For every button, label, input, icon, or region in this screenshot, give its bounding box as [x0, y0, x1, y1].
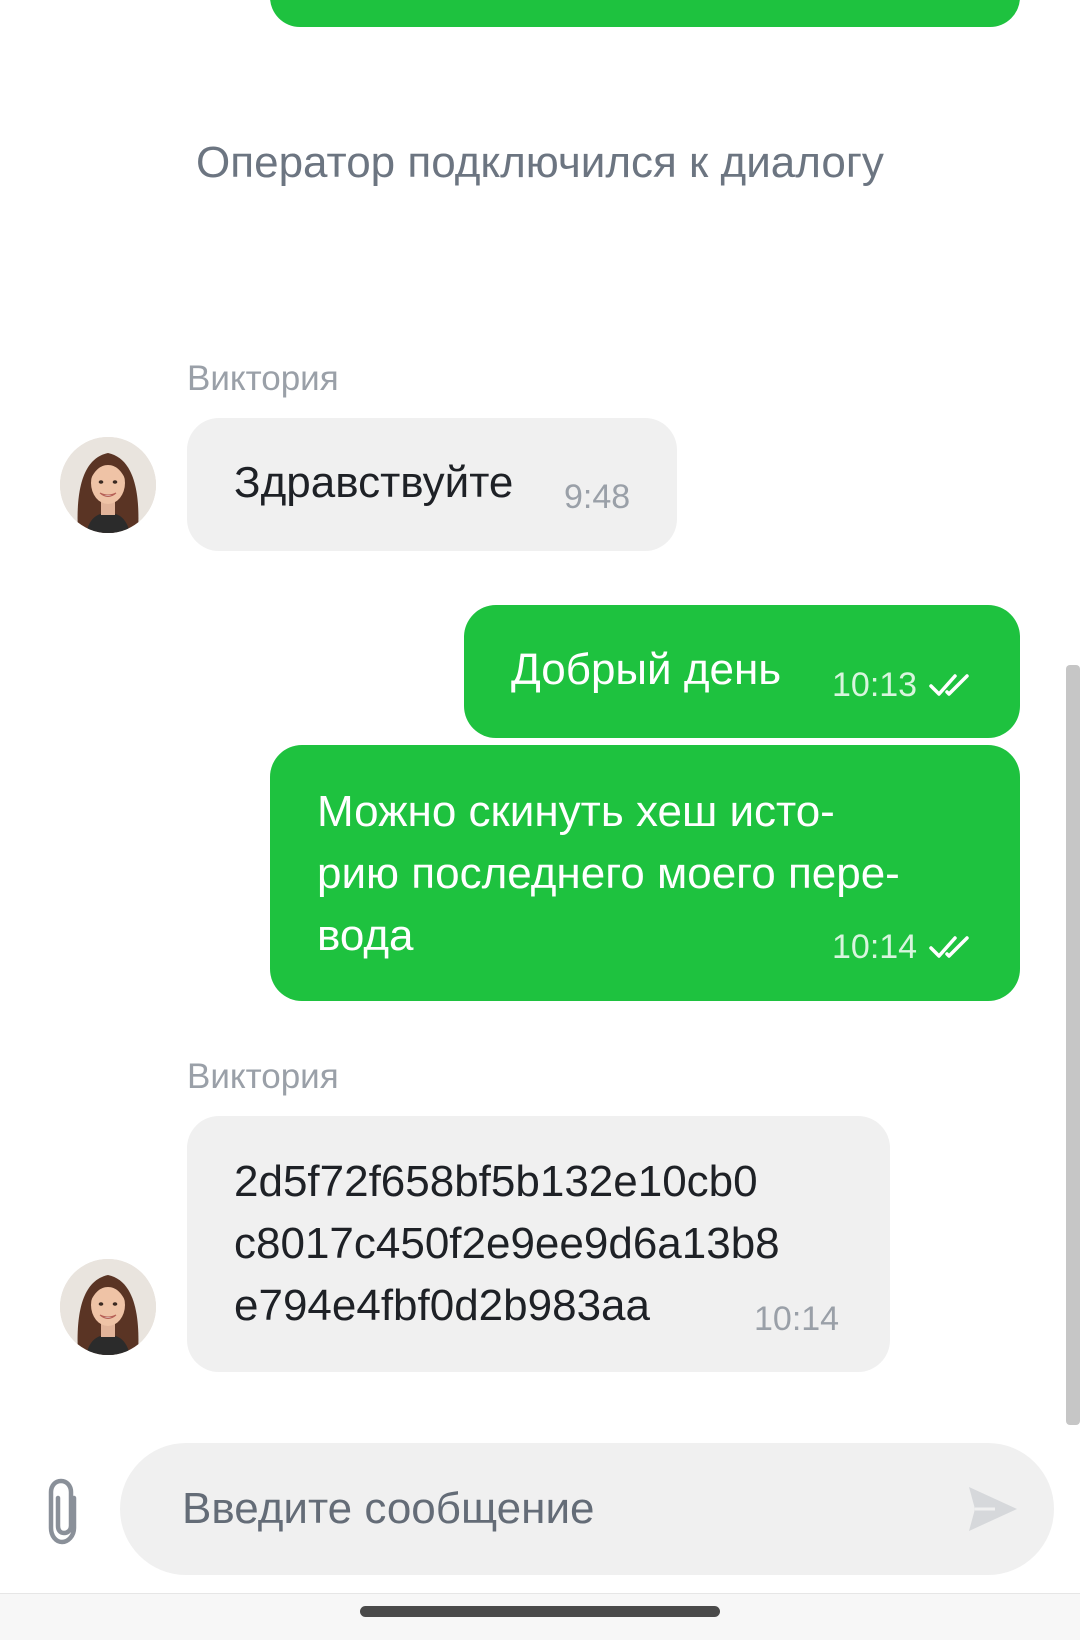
system-message: Оператор подключился к диалогу — [196, 138, 884, 187]
message-time: 10:14 — [754, 1300, 840, 1338]
message-input[interactable] — [120, 1443, 940, 1575]
message-time: 9:48 — [564, 478, 631, 516]
message-text: Добрый день — [511, 645, 782, 694]
operator-avatar[interactable] — [60, 1259, 156, 1355]
incoming-message-bubble[interactable]: 2d5f72f658bf5b132e10cb0 c8017c450f2e9ee9… — [187, 1116, 890, 1372]
message-time: 10:14 — [832, 928, 918, 966]
message-time: 10:13 — [832, 666, 918, 704]
outgoing-message-bubble[interactable]: Добрый день 10:13 — [464, 605, 1020, 738]
incoming-message-bubble[interactable]: Здравствуйте 9:48 — [187, 418, 677, 551]
double-check-icon — [929, 674, 969, 696]
home-indicator[interactable] — [360, 1606, 720, 1617]
outgoing-message-bubble-partial — [270, 0, 1020, 27]
scrollbar[interactable] — [1066, 665, 1080, 1425]
double-check-icon — [929, 936, 969, 958]
outgoing-message-bubble[interactable]: Можно скинуть хеш исто- рию последнего м… — [270, 745, 1020, 1001]
paperclip-icon[interactable] — [42, 1476, 90, 1546]
operator-avatar[interactable] — [60, 437, 156, 533]
sender-name: Виктория — [187, 359, 339, 398]
chat-screen: Оператор подключился к диалогу Виктория … — [0, 0, 1080, 1640]
send-icon[interactable] — [965, 1483, 1021, 1535]
sender-name: Виктория — [187, 1057, 339, 1096]
message-composer — [120, 1443, 1054, 1575]
message-text: Здравствуйте — [234, 458, 514, 507]
